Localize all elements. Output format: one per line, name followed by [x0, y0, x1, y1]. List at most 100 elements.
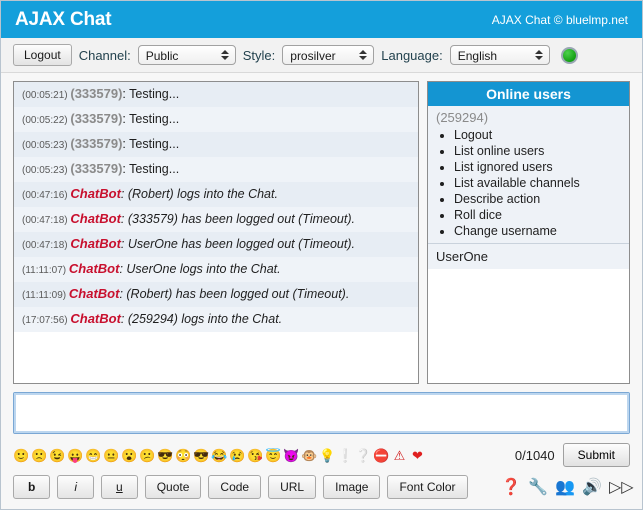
angel-emoticon[interactable]: 😇	[265, 447, 282, 464]
message-username[interactable]: ChatBot	[70, 211, 121, 226]
user-command-item[interactable]: Roll dice	[454, 207, 629, 223]
devil-emoticon[interactable]: 😈	[283, 447, 300, 464]
chat-message: (00:05:23) (333579): Testing...	[14, 157, 418, 182]
sad-emoticon[interactable]: 🙁	[31, 447, 48, 464]
warning-icon[interactable]: ⚠	[391, 447, 408, 464]
confused-emoticon[interactable]: 😕	[139, 447, 156, 464]
question-icon[interactable]: ❔	[355, 447, 372, 464]
submit-button[interactable]: Submit	[563, 443, 630, 467]
message-text: : (Robert) logs into the Chat.	[121, 187, 278, 201]
idea-lightbulb-icon[interactable]: 💡	[319, 447, 336, 464]
exclamation-icon[interactable]: ❕	[337, 447, 354, 464]
surprised-emoticon[interactable]: 😮	[121, 447, 138, 464]
message-username[interactable]: ChatBot	[70, 236, 121, 251]
kiss-emoticon[interactable]: 😘	[247, 447, 264, 464]
user-command-item[interactable]: Describe action	[454, 191, 629, 207]
message-username[interactable]: ChatBot	[70, 311, 121, 326]
code-button[interactable]: Code	[208, 475, 261, 499]
format-button-group: biu QuoteCode URL Image Font Color	[13, 475, 468, 499]
cry-emoticon[interactable]: 😢	[229, 447, 246, 464]
user-command-item[interactable]: List online users	[454, 143, 629, 159]
bold-button[interactable]: b	[13, 475, 50, 499]
quote-button[interactable]: Quote	[145, 475, 202, 499]
message-timestamp: (17:07:56)	[22, 315, 70, 326]
image-button[interactable]: Image	[323, 475, 380, 499]
smile-emoticon[interactable]: 🙂	[13, 447, 30, 464]
chat-message: (17:07:56) ChatBot: (259294) logs into t…	[14, 307, 418, 332]
monkey-emoticon[interactable]: 🐵	[301, 447, 318, 464]
users-icon[interactable]: 👥	[555, 477, 576, 498]
message-text: : (259294) logs into the Chat.	[121, 312, 282, 326]
chat-message: (11:11:07) ChatBot: UserOne logs into th…	[14, 257, 418, 282]
message-input[interactable]	[13, 392, 630, 434]
status-online-icon	[561, 47, 578, 64]
tongue-emoticon[interactable]: 😛	[67, 447, 84, 464]
cool-emoticon[interactable]: 😎	[193, 447, 210, 464]
message-text: : Testing...	[122, 87, 179, 101]
chat-message-list[interactable]: (00:05:21) (333579): Testing...(00:05:22…	[13, 81, 419, 384]
message-username[interactable]: (333579)	[70, 86, 122, 101]
settings-tools-icon[interactable]: 🔧	[528, 477, 549, 498]
wink-emoticon[interactable]: 😉	[49, 447, 66, 464]
settings-toolbar: Logout Channel: Public Style: prosilver …	[1, 38, 642, 73]
chat-message: (00:47:18) ChatBot: (333579) has been lo…	[14, 207, 418, 232]
online-user-item[interactable]: UserOne	[428, 243, 629, 269]
chat-message: (00:05:21) (333579): Testing...	[14, 82, 418, 107]
emoticon-submit-row: 🙂🙁😉😛😁😐😮😕😎😳😎😂😢😘😇😈🐵💡❕❔⛔⚠❤ 0/1040 Submit	[1, 437, 642, 467]
italic-button[interactable]: i	[57, 475, 94, 499]
message-timestamp: (00:47:18)	[22, 240, 70, 251]
language-label: Language:	[381, 48, 442, 63]
message-username[interactable]: ChatBot	[69, 286, 120, 301]
message-text: : UserOne has been logged out (Timeout).	[121, 237, 355, 251]
neutral-emoticon[interactable]: 😐	[103, 447, 120, 464]
fast-forward-icon[interactable]: ▷▷	[609, 477, 630, 498]
message-timestamp: (11:11:09)	[22, 290, 69, 301]
message-username[interactable]: ChatBot	[70, 186, 121, 201]
style-label: Style:	[243, 48, 276, 63]
style-select[interactable]: prosilver	[282, 45, 374, 65]
message-username[interactable]: (333579)	[70, 111, 122, 126]
app-title: AJAX Chat	[15, 9, 111, 31]
user-command-item[interactable]: Change username	[454, 223, 629, 239]
chevron-updown-icon	[357, 46, 369, 64]
user-command-item[interactable]: List ignored users	[454, 159, 629, 175]
copyright-text: AJAX Chat © bluelmp.net	[492, 13, 628, 27]
message-timestamp: (00:05:23)	[22, 140, 70, 151]
message-text: : (333579) has been logged out (Timeout)…	[121, 212, 355, 226]
message-timestamp: (00:47:18)	[22, 215, 70, 226]
message-text: : Testing...	[122, 137, 179, 151]
underline-button[interactable]: u	[101, 475, 138, 499]
language-select[interactable]: English	[450, 45, 550, 65]
current-user-name[interactable]: (259294)	[428, 106, 629, 127]
heart-icon[interactable]: ❤	[409, 447, 426, 464]
font-color-button[interactable]: Font Color	[387, 475, 467, 499]
message-username[interactable]: (333579)	[70, 136, 122, 151]
eek-emoticon[interactable]: 😳	[175, 447, 192, 464]
message-username[interactable]: (333579)	[70, 161, 122, 176]
emoticon-bar: 🙂🙁😉😛😁😐😮😕😎😳😎😂😢😘😇😈🐵💡❕❔⛔⚠❤	[13, 447, 515, 464]
logout-button[interactable]: Logout	[13, 44, 72, 66]
chevron-updown-icon	[219, 46, 231, 64]
help-icon[interactable]: ❓	[501, 477, 522, 498]
grin-emoticon[interactable]: 😁	[85, 447, 102, 464]
ajax-chat-app: AJAX Chat AJAX Chat © bluelmp.net Logout…	[0, 0, 643, 510]
user-command-item[interactable]: List available channels	[454, 175, 629, 191]
channel-select[interactable]: Public	[138, 45, 236, 65]
message-username[interactable]: ChatBot	[69, 261, 120, 276]
message-timestamp: (00:05:21)	[22, 90, 70, 101]
no-entry-icon[interactable]: ⛔	[373, 447, 390, 464]
chevron-updown-icon	[533, 46, 545, 64]
sound-icon[interactable]: 🔊	[582, 477, 603, 498]
user-command-item[interactable]: Logout	[454, 127, 629, 143]
chat-message: (00:47:18) ChatBot: UserOne has been log…	[14, 232, 418, 257]
message-text: : UserOne logs into the Chat.	[119, 262, 280, 276]
message-timestamp: (00:47:16)	[22, 190, 70, 201]
message-timestamp: (00:05:23)	[22, 165, 70, 176]
laugh-emoticon[interactable]: 😂	[211, 447, 228, 464]
sunglasses-emoticon[interactable]: 😎	[157, 447, 174, 464]
format-toolbar: biu QuoteCode URL Image Font Color ❓ 🔧 👥 🔊 ▷▷	[1, 467, 642, 509]
message-text: : Testing...	[122, 162, 179, 176]
url-button[interactable]: URL	[268, 475, 316, 499]
message-text: : (Robert) has been logged out (Timeout)…	[119, 287, 349, 301]
chat-message: (00:47:16) ChatBot: (Robert) logs into t…	[14, 182, 418, 207]
